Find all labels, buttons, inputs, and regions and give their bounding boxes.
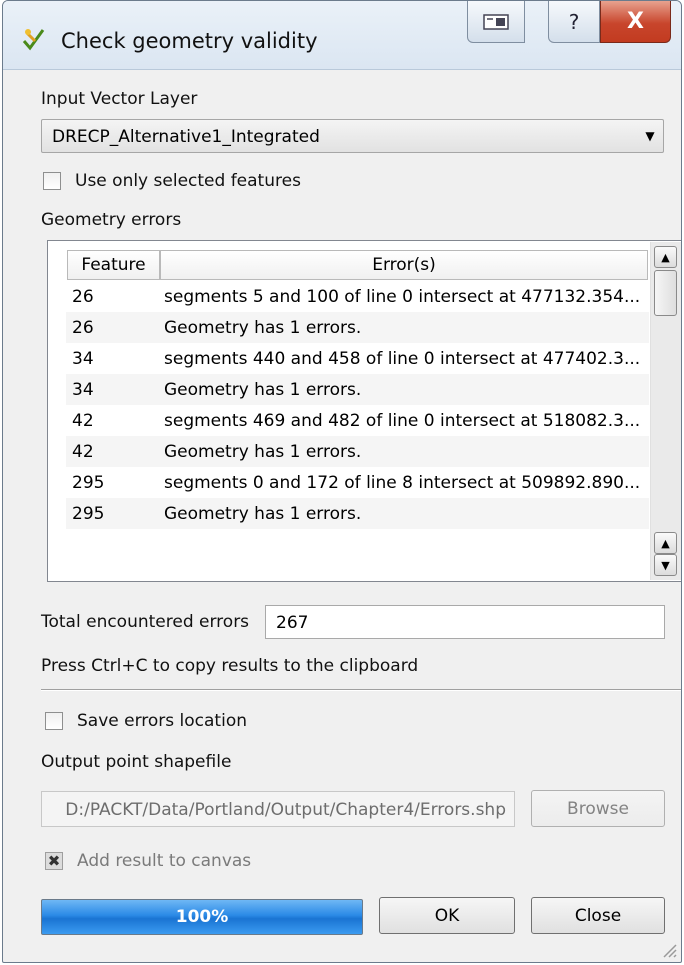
total-errors-value: 267 — [276, 613, 309, 633]
output-shapefile-path-field[interactable]: D:/PACKT/Data/Portland/Output/Chapter4/E… — [41, 791, 515, 827]
table-row[interactable]: 34 Geometry has 1 errors. — [66, 374, 649, 405]
table-row[interactable]: 42 segments 469 and 482 of line 0 inters… — [66, 405, 649, 436]
table-row[interactable]: 34 segments 440 and 458 of line 0 inters… — [66, 343, 649, 374]
window-title: Check geometry validity — [61, 29, 318, 53]
progress-text: 100% — [175, 907, 229, 927]
total-errors-label: Total encountered errors — [41, 612, 250, 632]
feature-cell: 34 — [72, 380, 94, 400]
progress-bar: 100% — [41, 899, 363, 935]
vertical-scrollbar[interactable]: ▲ ▲ ▼ — [650, 242, 681, 580]
scroll-up-arrow-icon[interactable]: ▲ — [654, 246, 677, 268]
browse-button[interactable]: Browse — [531, 790, 665, 827]
geometry-errors-label: Geometry errors — [41, 210, 182, 230]
save-errors-label: Save errors location — [77, 711, 247, 731]
close-icon: X — [627, 9, 644, 34]
column-header-errors[interactable]: Error(s) — [160, 250, 648, 280]
ok-button[interactable]: OK — [379, 897, 515, 934]
error-cell: Geometry has 1 errors. — [164, 442, 362, 462]
feature-cell: 34 — [72, 349, 94, 369]
table-row[interactable]: 42 Geometry has 1 errors. — [66, 436, 649, 467]
input-layer-label: Input Vector Layer — [41, 89, 198, 109]
save-errors-checkbox[interactable] — [45, 712, 63, 730]
help-icon: ? — [568, 9, 580, 34]
resize-grip-icon[interactable] — [659, 940, 677, 958]
output-shapefile-path: D:/PACKT/Data/Portland/Output/Chapter4/E… — [65, 800, 506, 820]
add-to-canvas-checkbox[interactable]: ✖ — [45, 852, 63, 870]
title-bar[interactable]: Check geometry validity ? X — [3, 1, 681, 70]
restore-icon — [483, 13, 509, 30]
geometry-errors-table[interactable]: Feature Error(s) 26 segments 5 and 100 o… — [47, 240, 681, 582]
copy-hint-text: Press Ctrl+C to copy results to the clip… — [41, 656, 419, 676]
close-button[interactable]: Close — [531, 897, 665, 934]
error-cell: segments 0 and 172 of line 8 intersect a… — [164, 473, 641, 493]
error-cell: Geometry has 1 errors. — [164, 504, 362, 524]
output-shapefile-label: Output point shapefile — [41, 752, 232, 772]
feature-cell: 42 — [72, 442, 94, 462]
error-cell: segments 440 and 458 of line 0 intersect… — [164, 349, 641, 369]
input-layer-select[interactable]: DRECP_Alternative1_Integrated ▼ — [41, 119, 664, 153]
feature-cell: 42 — [72, 411, 94, 431]
feature-cell: 295 — [72, 473, 105, 493]
table-header: Feature Error(s) — [67, 250, 648, 280]
feature-cell: 295 — [72, 504, 105, 524]
error-cell: segments 5 and 100 of line 0 intersect a… — [164, 287, 641, 307]
feature-cell: 26 — [72, 318, 94, 338]
table-row[interactable]: 295 segments 0 and 172 of line 8 interse… — [66, 467, 649, 498]
error-cell: Geometry has 1 errors. — [164, 318, 362, 338]
feature-cell: 26 — [72, 287, 94, 307]
chevron-down-icon[interactable]: ▼ — [637, 120, 663, 152]
scroll-up-arrow-icon[interactable]: ▲ — [654, 532, 677, 554]
close-window-button[interactable]: X — [600, 1, 671, 43]
restore-button[interactable] — [467, 1, 525, 43]
table-row[interactable]: 295 Geometry has 1 errors. — [66, 498, 649, 529]
qgis-check-icon — [22, 29, 45, 51]
table-row[interactable]: 26 segments 5 and 100 of line 0 intersec… — [66, 281, 649, 312]
help-button[interactable]: ? — [548, 1, 600, 43]
scrollbar-thumb[interactable] — [654, 270, 677, 316]
total-errors-field[interactable]: 267 — [265, 605, 665, 639]
divider — [41, 689, 681, 691]
error-cell: Geometry has 1 errors. — [164, 380, 362, 400]
table-row[interactable]: 26 Geometry has 1 errors. — [66, 312, 649, 343]
use-selected-checkbox[interactable] — [43, 172, 61, 190]
add-to-canvas-label: Add result to canvas — [77, 851, 252, 871]
scroll-down-arrow-icon[interactable]: ▼ — [654, 554, 677, 576]
input-layer-value: DRECP_Alternative1_Integrated — [52, 127, 320, 147]
error-cell: segments 469 and 482 of line 0 intersect… — [164, 411, 641, 431]
dialog-window: Check geometry validity ? X Input Vector… — [2, 0, 682, 963]
column-header-feature[interactable]: Feature — [67, 250, 160, 280]
use-selected-label: Use only selected features — [75, 171, 301, 191]
